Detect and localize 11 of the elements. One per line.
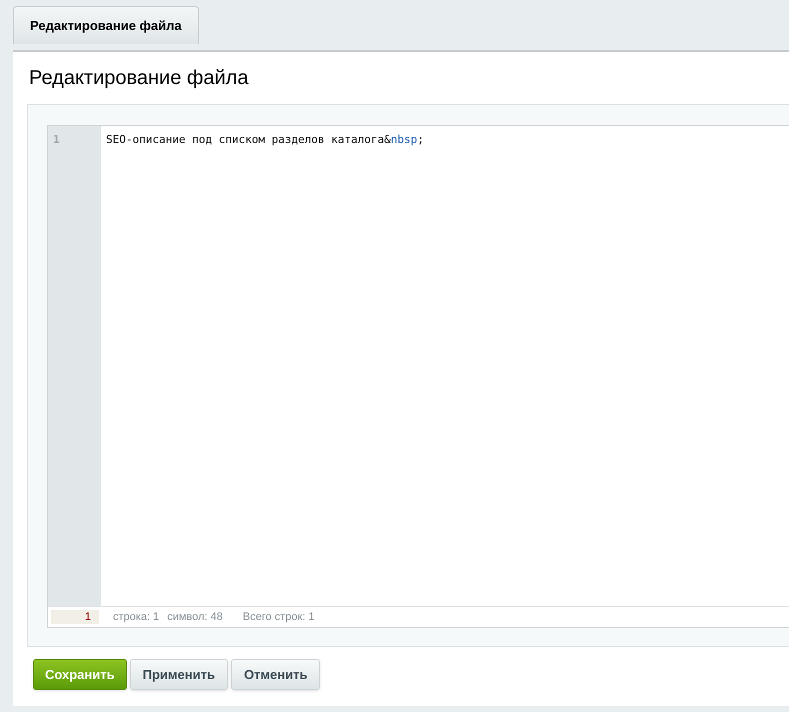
status-text: символ: 48 xyxy=(167,610,223,625)
code-line: SEO-описание под списком разделов каталога&nbsp; xyxy=(106,132,424,148)
status-text: строка: 1 xyxy=(113,610,160,625)
apply-button[interactable]: Применить xyxy=(130,659,228,690)
line-number: 1 xyxy=(53,132,60,148)
status-text: Всего строк: 1 xyxy=(242,610,314,625)
tab[interactable]: Редактирование файла xyxy=(13,6,199,44)
cancel-button[interactable]: Отменить xyxy=(230,659,320,690)
line-input[interactable]: 1 xyxy=(51,610,99,624)
code-editor[interactable]: 1 SEO-описание под списком разделов каталога&nbsp; 1 строка: 1 символ: 48 Всего строк: 1 xyxy=(47,125,789,628)
page-title: Редактирование файла xyxy=(29,66,248,91)
